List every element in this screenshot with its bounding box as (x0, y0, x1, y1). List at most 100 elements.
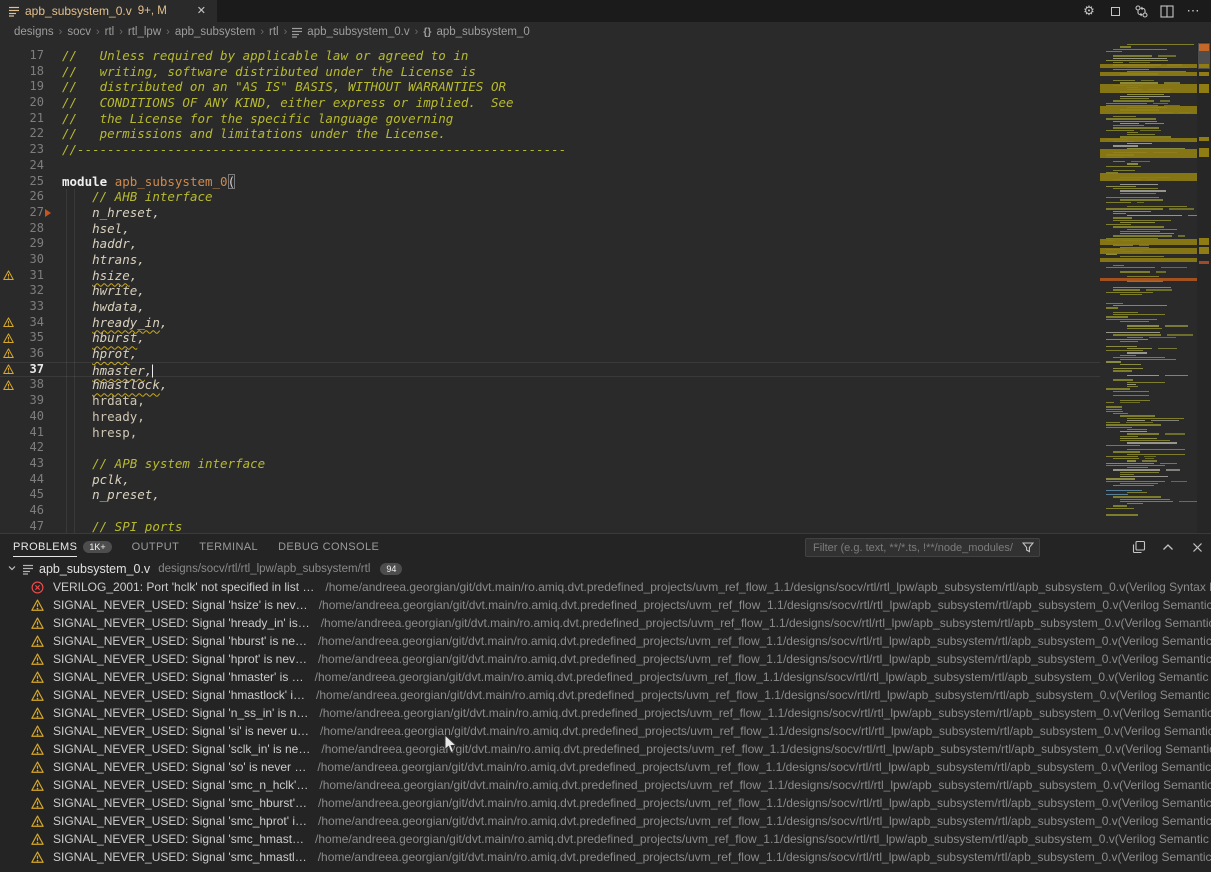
code-line-29[interactable]: 29 haddr, (0, 236, 1100, 252)
problem-row[interactable]: SIGNAL_NEVER_USED: Signal 'hready_in' is… (0, 614, 1211, 632)
open-changes-icon[interactable] (1133, 3, 1149, 19)
code-line-28[interactable]: 28 hsel, (0, 221, 1100, 237)
filter-funnel-icon[interactable] (1017, 542, 1039, 553)
close-tab-icon[interactable]: ✕ (194, 5, 209, 18)
problem-row[interactable]: SIGNAL_NEVER_USED: Signal 'n_ss_in' is n… (0, 704, 1211, 722)
code-line-47[interactable]: 47 // SPI ports (0, 519, 1100, 533)
code-editor[interactable]: 17// Unless required by applicable law o… (0, 42, 1100, 533)
code-line-39[interactable]: 39 hrdata, (0, 393, 1100, 409)
breadcrumb-item-apb_subsystem_0.v[interactable]: apb_subsystem_0.v (292, 26, 409, 38)
minimap-line (1120, 483, 1158, 484)
code-line-25[interactable]: 25module apb_subsystem_0( (0, 174, 1100, 190)
problem-source-path: /home/andreea.georgian/git/dvt.main/ro.a… (325, 580, 1211, 594)
panel-tab-problems[interactable]: PROBLEMS1K+ (13, 534, 112, 560)
line-number: 20 (17, 95, 44, 111)
minimap-line (1127, 503, 1143, 504)
collapse-all-icon[interactable] (1131, 539, 1147, 555)
close-panel-icon[interactable] (1189, 539, 1205, 555)
code-line-24[interactable]: 24 (0, 158, 1100, 174)
problem-row[interactable]: SIGNAL_NEVER_USED: Signal 'smc_hmast…/ho… (0, 830, 1211, 848)
problem-row[interactable]: SIGNAL_NEVER_USED: Signal 'hsize' is nev… (0, 596, 1211, 614)
problem-row[interactable]: SIGNAL_NEVER_USED: Signal 'hmaster' is …… (0, 668, 1211, 686)
code-line-32[interactable]: 32 hwrite, (0, 283, 1100, 299)
problem-row[interactable]: SIGNAL_NEVER_USED: Signal 'hprot' is nev… (0, 650, 1211, 668)
chevron-down-icon[interactable] (7, 563, 23, 575)
breadcrumb-item-rtl[interactable]: rtl (269, 26, 279, 38)
tab-apb-subsystem-0[interactable]: apb_subsystem_0.v 9+, M ✕ (0, 0, 218, 22)
code-line-41[interactable]: 41 hresp, (0, 425, 1100, 441)
split-editor-icon[interactable] (1159, 3, 1175, 19)
line-content: pclk, (44, 472, 130, 488)
minimap-line (1106, 303, 1123, 304)
code-line-23[interactable]: 23//------------------------------------… (0, 142, 1100, 158)
problem-row[interactable]: SIGNAL_NEVER_USED: Signal 'sclk_in' is n… (0, 740, 1211, 758)
gutter-space (0, 236, 17, 252)
panel-tab-output[interactable]: OUTPUT (132, 534, 180, 560)
problem-row[interactable]: VERILOG_2001: Port 'hclk' not specified … (0, 578, 1211, 596)
problem-message: SIGNAL_NEVER_USED: Signal 'smc_hburst'… (53, 796, 307, 810)
problem-row[interactable]: SIGNAL_NEVER_USED: Signal 'hburst' is ne… (0, 632, 1211, 650)
problem-source-path: /home/andreea.georgian/git/dvt.main/ro.a… (318, 850, 1211, 864)
code-line-44[interactable]: 44 pclk, (0, 472, 1100, 488)
maximize-panel-icon[interactable] (1160, 539, 1176, 555)
settings-gear-icon[interactable]: ⚙ (1081, 3, 1097, 19)
more-actions-icon[interactable]: ⋯ (1185, 3, 1201, 19)
breadcrumb-item-apb_subsystem[interactable]: apb_subsystem (175, 26, 256, 38)
editor-scrollbar[interactable] (1197, 42, 1211, 533)
breadcrumb-item-designs[interactable]: designs (14, 26, 54, 38)
minimap-line (1169, 208, 1194, 209)
minimap-warning-highlight (1100, 106, 1197, 114)
code-line-40[interactable]: 40 hready, (0, 409, 1100, 425)
code-line-26[interactable]: 26 // AHB interface (0, 189, 1100, 205)
code-line-37[interactable]: 37 hmaster, (0, 362, 1100, 378)
minimap[interactable] (1100, 42, 1197, 533)
code-line-34[interactable]: 34 hready_in, (0, 315, 1100, 331)
code-line-27[interactable]: 27 n_hreset, (0, 205, 1100, 221)
line-content: hprot, (44, 346, 137, 362)
minimap-line (1127, 132, 1138, 133)
code-line-22[interactable]: 22// permissions and limitations under t… (0, 126, 1100, 142)
minimap-line (1113, 314, 1165, 315)
warning-icon (31, 653, 44, 666)
breadcrumb-item-apb_subsystem_0[interactable]: {}apb_subsystem_0 (423, 26, 530, 38)
code-line-20[interactable]: 20// CONDITIONS OF ANY KIND, either expr… (0, 95, 1100, 111)
code-line-18[interactable]: 18// writing, software distributed under… (0, 64, 1100, 80)
code-line-35[interactable]: 35 hburst, (0, 330, 1100, 346)
minimap-warning-highlight (1100, 173, 1197, 181)
filter-input[interactable] (806, 542, 1017, 554)
square-icon[interactable] (1107, 3, 1123, 19)
symbol-braces-icon: {} (423, 26, 431, 38)
code-line-46[interactable]: 46 (0, 503, 1100, 519)
panel-tab-debug-console[interactable]: DEBUG CONSOLE (278, 534, 379, 560)
breadcrumb-item-rtl[interactable]: rtl (105, 26, 115, 38)
code-line-30[interactable]: 30 htrans, (0, 252, 1100, 268)
problems-filter[interactable] (805, 538, 1040, 557)
gutter-warning-icon (0, 377, 17, 393)
breadcrumb-item-socv[interactable]: socv (67, 26, 91, 38)
minimap-line (1113, 451, 1140, 452)
code-line-43[interactable]: 43 // APB system interface (0, 456, 1100, 472)
code-line-42[interactable]: 42 (0, 440, 1100, 456)
code-line-38[interactable]: 38 hmastlock, (0, 377, 1100, 393)
problem-row[interactable]: SIGNAL_NEVER_USED: Signal 'smc_hmastl…/h… (0, 848, 1211, 866)
problem-row[interactable]: SIGNAL_NEVER_USED: Signal 'smc_hburst'…/… (0, 794, 1211, 812)
code-line-45[interactable]: 45 n_preset, (0, 487, 1100, 503)
warning-icon (31, 833, 44, 846)
problems-panel: PROBLEMS1K+ OUTPUT TERMINAL DEBUG CONSOLE (0, 533, 1211, 872)
code-line-21[interactable]: 21// the License for the specific langua… (0, 111, 1100, 127)
code-line-17[interactable]: 17// Unless required by applicable law o… (0, 48, 1100, 64)
problems-count-badge: 1K+ (83, 541, 111, 553)
code-line-19[interactable]: 19// distributed on an "AS IS" BASIS, WI… (0, 79, 1100, 95)
problem-row[interactable]: SIGNAL_NEVER_USED: Signal 'so' is never … (0, 758, 1211, 776)
code-line-36[interactable]: 36 hprot, (0, 346, 1100, 362)
problem-row[interactable]: SIGNAL_NEVER_USED: Signal 'si' is never … (0, 722, 1211, 740)
code-line-33[interactable]: 33 hwdata, (0, 299, 1100, 315)
panel-tab-terminal[interactable]: TERMINAL (199, 534, 258, 560)
minimap-line (1113, 395, 1149, 396)
problem-row[interactable]: SIGNAL_NEVER_USED: Signal 'smc_n_hclk'…/… (0, 776, 1211, 794)
problem-row[interactable]: SIGNAL_NEVER_USED: Signal 'hmastlock' i…… (0, 686, 1211, 704)
problems-file-group[interactable]: apb_subsystem_0.vdesigns/socv/rtl/rtl_lp… (0, 560, 1211, 578)
problem-row[interactable]: SIGNAL_NEVER_USED: Signal 'smc_hprot' i…… (0, 812, 1211, 830)
code-line-31[interactable]: 31 hsize, (0, 268, 1100, 284)
breadcrumb-item-rtl_lpw[interactable]: rtl_lpw (128, 26, 161, 38)
